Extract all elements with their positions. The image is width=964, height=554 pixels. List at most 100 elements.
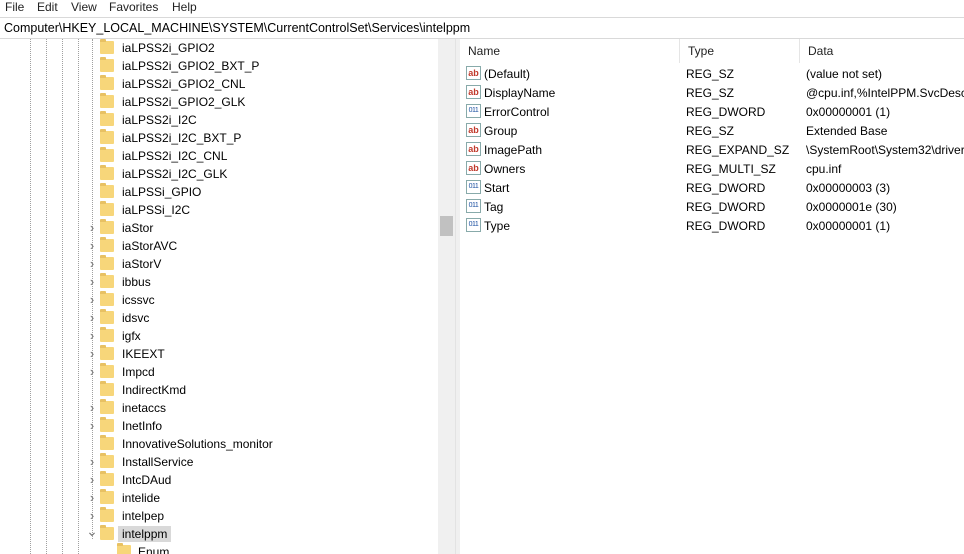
- value-type: REG_SZ: [686, 86, 735, 100]
- tree-item-label: InstallService: [122, 455, 194, 469]
- tree-item-label: idsvc: [122, 311, 150, 325]
- chevron-right-icon[interactable]: ›: [86, 400, 98, 416]
- tree-item[interactable]: iaLPSS2i_GPIO2_GLK: [0, 93, 438, 111]
- tree-item-label: iaLPSS2i_GPIO2: [122, 41, 215, 55]
- tree-item[interactable]: › iaStorAVC: [0, 237, 438, 255]
- tree-item[interactable]: iaLPSS2i_GPIO2_BXT_P: [0, 57, 438, 75]
- folder-icon: [100, 129, 114, 144]
- value-data: \SystemRoot\System32\drivers: [806, 143, 964, 157]
- address-path[interactable]: Computer\HKEY_LOCAL_MACHINE\SYSTEM\Curre…: [4, 21, 470, 35]
- tree-item-label: Impcd: [122, 365, 155, 379]
- folder-icon: [100, 327, 114, 342]
- tree-item[interactable]: iaLPSS2i_I2C_CNL: [0, 147, 438, 165]
- chevron-right-icon[interactable]: ›: [86, 274, 98, 290]
- tree-item[interactable]: › intelide: [0, 489, 438, 507]
- tree-item[interactable]: › inetaccs: [0, 399, 438, 417]
- tree-item[interactable]: › icssvc: [0, 291, 438, 309]
- tree-item[interactable]: iaLPSS2i_I2C_BXT_P: [0, 129, 438, 147]
- value-row[interactable]: ab (Default) REG_SZ (value not set): [460, 64, 964, 83]
- chevron-right-icon[interactable]: ›: [86, 490, 98, 506]
- folder-icon: [100, 201, 114, 216]
- tree-item[interactable]: iaLPSS2i_I2C: [0, 111, 438, 129]
- tree-item[interactable]: iaLPSSi_GPIO: [0, 183, 438, 201]
- value-type: REG_MULTI_SZ: [686, 162, 776, 176]
- binary-value-icon: 011: [466, 218, 481, 232]
- folder-icon: [100, 273, 114, 288]
- tree-item[interactable]: iaLPSS2i_GPIO2_CNL: [0, 75, 438, 93]
- tree-item[interactable]: Enum: [0, 543, 438, 554]
- menu-favorites[interactable]: Favorites: [109, 0, 158, 16]
- value-row[interactable]: 011 ErrorControl REG_DWORD 0x00000001 (1): [460, 102, 964, 121]
- value-data: @cpu.inf,%IntelPPM.SvcDesc%: [806, 86, 964, 100]
- menu-edit[interactable]: Edit: [37, 0, 58, 16]
- value-type: REG_DWORD: [686, 181, 766, 195]
- tree-item[interactable]: › InstallService: [0, 453, 438, 471]
- value-row[interactable]: ab Owners REG_MULTI_SZ cpu.inf: [460, 159, 964, 178]
- tree-item-label: iaLPSS2i_I2C_CNL: [122, 149, 228, 163]
- chevron-right-icon[interactable]: ›: [86, 256, 98, 272]
- value-row[interactable]: ab DisplayName REG_SZ @cpu.inf,%IntelPPM.Sv…: [460, 83, 964, 102]
- chevron-right-icon[interactable]: ›: [86, 508, 98, 524]
- value-row[interactable]: ab Group REG_SZ Extended Base: [460, 121, 964, 140]
- menu-view[interactable]: View: [71, 0, 97, 16]
- tree-item-label: iaLPSS2i_GPIO2_GLK: [122, 95, 246, 109]
- menu-file[interactable]: File: [5, 0, 24, 16]
- value-data: 0x00000001 (1): [806, 219, 891, 233]
- tree-item[interactable]: › iaStor: [0, 219, 438, 237]
- folder-icon: [100, 183, 114, 198]
- tree-scrollbar[interactable]: [438, 39, 455, 554]
- folder-icon: [100, 255, 114, 270]
- menu-help[interactable]: Help: [172, 0, 197, 16]
- folder-icon: [100, 435, 114, 450]
- tree-item[interactable]: InnovativeSolutions_monitor: [0, 435, 438, 453]
- column-header-type[interactable]: Type: [680, 39, 800, 63]
- tree-item[interactable]: › ibbus: [0, 273, 438, 291]
- string-value-icon: ab: [466, 85, 481, 99]
- values-list[interactable]: Name Type Data ab (Default) REG_SZ (value n…: [460, 39, 964, 554]
- chevron-right-icon[interactable]: ›: [86, 472, 98, 488]
- tree-item[interactable]: › igfx: [0, 327, 438, 345]
- binary-value-icon: 011: [466, 180, 481, 194]
- address-bar[interactable]: Computer\HKEY_LOCAL_MACHINE\SYSTEM\Curre…: [0, 17, 964, 39]
- chevron-right-icon[interactable]: ›: [86, 310, 98, 326]
- chevron-right-icon[interactable]: ›: [86, 346, 98, 362]
- tree-item[interactable]: IndirectKmd: [0, 381, 438, 399]
- chevron-right-icon[interactable]: ›: [86, 292, 98, 308]
- tree-item[interactable]: iaLPSSi_I2C: [0, 201, 438, 219]
- tree-item-label: InetInfo: [122, 419, 163, 433]
- tree-item[interactable]: ⌄ intelppm: [0, 524, 438, 543]
- tree-item[interactable]: › InetInfo: [0, 417, 438, 435]
- menu-bar: File Edit View Favorites Help: [0, 0, 964, 16]
- tree-item[interactable]: › intelpep: [0, 507, 438, 525]
- scrollbar-thumb[interactable]: [440, 216, 453, 236]
- tree-item[interactable]: › IntcDAud: [0, 471, 438, 489]
- chevron-right-icon[interactable]: ›: [86, 418, 98, 434]
- chevron-right-icon[interactable]: ›: [86, 238, 98, 254]
- value-type: REG_DWORD: [686, 200, 766, 214]
- chevron-right-icon[interactable]: ›: [86, 454, 98, 470]
- chevron-right-icon[interactable]: ›: [86, 220, 98, 236]
- value-name: Tag: [484, 200, 504, 214]
- column-header-name[interactable]: Name: [460, 39, 680, 63]
- chevron-right-icon[interactable]: ›: [86, 328, 98, 344]
- value-data: 0x00000003 (3): [806, 181, 891, 195]
- tree-item[interactable]: › idsvc: [0, 309, 438, 327]
- value-type: REG_DWORD: [686, 105, 766, 119]
- value-row[interactable]: 011 Start REG_DWORD 0x00000003 (3): [460, 178, 964, 197]
- folder-icon: [100, 453, 114, 468]
- tree-item[interactable]: › IKEEXT: [0, 345, 438, 363]
- tree-item[interactable]: iaLPSS2i_I2C_GLK: [0, 165, 438, 183]
- value-name: DisplayName: [484, 86, 556, 100]
- column-header-data[interactable]: Data: [800, 39, 964, 63]
- tree-item[interactable]: › Impcd: [0, 363, 438, 381]
- tree-item[interactable]: › iaStorV: [0, 255, 438, 273]
- value-type: REG_EXPAND_SZ: [686, 143, 790, 157]
- value-row[interactable]: 011 Type REG_DWORD 0x00000001 (1): [460, 216, 964, 235]
- value-row[interactable]: 011 Tag REG_DWORD 0x0000001e (30): [460, 197, 964, 216]
- chevron-down-icon[interactable]: ⌄: [86, 524, 98, 542]
- chevron-right-icon[interactable]: ›: [86, 364, 98, 380]
- binary-value-icon: 011: [466, 104, 481, 118]
- registry-tree[interactable]: iaLPSS2i_GPIO2 iaLPSS2i_GPIO2_BXT_P iaLPSS…: [0, 39, 455, 554]
- tree-item[interactable]: iaLPSS2i_GPIO2: [0, 39, 438, 57]
- value-row[interactable]: ab ImagePath REG_EXPAND_SZ \SystemRoot\Syst…: [460, 140, 964, 159]
